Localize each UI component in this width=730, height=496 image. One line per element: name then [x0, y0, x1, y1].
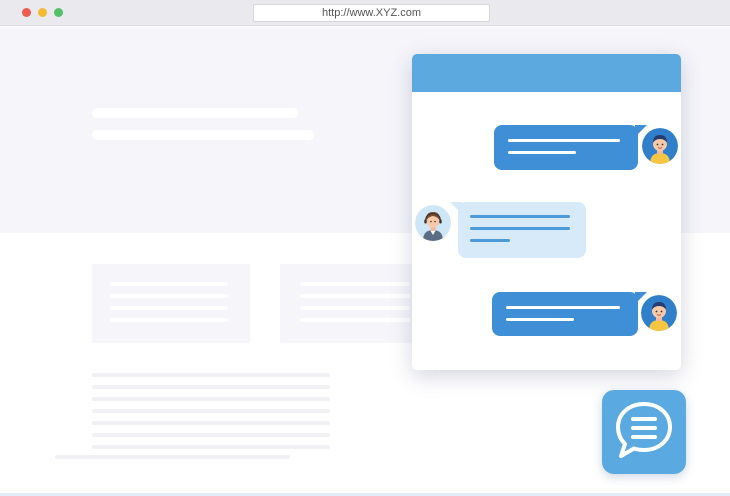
card-text-placeholder [110, 318, 228, 322]
text-line-placeholder [92, 445, 330, 449]
feature-card [92, 264, 250, 343]
card-text-placeholder [300, 294, 410, 298]
message-text-placeholder [470, 239, 510, 242]
card-text-placeholder [300, 318, 410, 322]
text-line-placeholder [92, 409, 330, 413]
maximize-window-button[interactable] [54, 8, 63, 17]
chat-window[interactable] [412, 54, 681, 370]
message-text-placeholder [506, 318, 574, 321]
card-text-placeholder [110, 282, 228, 286]
text-line-placeholder [92, 421, 330, 425]
female-agent-avatar [415, 205, 451, 241]
message-text-placeholder [506, 306, 620, 309]
close-window-button[interactable] [22, 8, 31, 17]
text-line-placeholder [92, 397, 330, 401]
feature-card [280, 264, 420, 343]
message-text-placeholder [470, 227, 570, 230]
text-line-placeholder [92, 373, 330, 377]
hero-headline-placeholder [92, 108, 298, 118]
hero-subline-placeholder [92, 130, 314, 140]
text-line-placeholder [92, 385, 330, 389]
male-user-avatar [641, 295, 677, 331]
card-text-placeholder [110, 294, 228, 298]
message-text-placeholder [508, 139, 620, 142]
chat-header[interactable] [412, 54, 681, 92]
card-text-placeholder [300, 306, 410, 310]
minimize-window-button[interactable] [38, 8, 47, 17]
text-line-placeholder [55, 455, 290, 459]
message-text-placeholder [508, 151, 576, 154]
text-line-placeholder [92, 433, 330, 437]
incoming-message-bubble [458, 202, 586, 258]
card-text-placeholder [110, 306, 228, 310]
open-chat-button[interactable] [602, 390, 686, 474]
message-text-placeholder [470, 215, 570, 218]
chat-bubble-icon [616, 402, 672, 458]
outgoing-message-bubble [494, 125, 638, 170]
card-text-placeholder [300, 282, 410, 286]
browser-titlebar: http://www.XYZ.com [0, 0, 730, 26]
address-bar[interactable]: http://www.XYZ.com [253, 4, 490, 22]
male-user-avatar [642, 128, 678, 164]
outgoing-message-bubble [492, 292, 638, 336]
